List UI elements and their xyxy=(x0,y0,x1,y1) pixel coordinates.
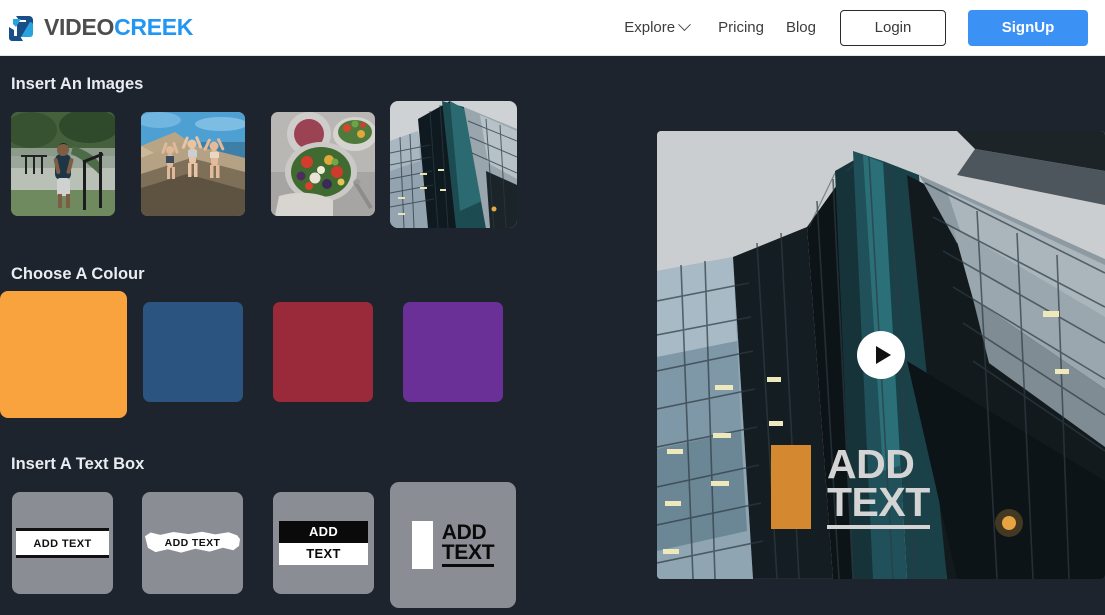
textbox-style-brush-stroke[interactable]: ADD TEXT xyxy=(142,492,243,594)
textbox-label-line2: TEXT xyxy=(441,542,495,568)
nav-item-blog[interactable]: Blog xyxy=(786,19,816,36)
overlay-stacked-text: ADD TEXT xyxy=(827,440,930,529)
logo-text-creek: CREEK xyxy=(114,14,194,40)
image-tile[interactable] xyxy=(141,112,245,216)
overlay-label-line2: TEXT xyxy=(827,481,930,529)
colour-swatch-purple[interactable] xyxy=(403,302,503,402)
textbox-label-line1: ADD xyxy=(308,524,339,539)
textbox-preview-split-bars: ADD TEXT xyxy=(279,521,368,565)
nav-item-explore[interactable]: Explore xyxy=(624,18,691,36)
video-text-overlay: ADD TEXT xyxy=(771,440,930,529)
section-title-colour: Choose A Colour xyxy=(11,265,145,283)
textbox-style-split-bars[interactable]: ADD TEXT xyxy=(273,492,374,594)
textbox-stacked-text: ADD TEXT xyxy=(441,520,495,568)
textbox-label: ADD TEXT xyxy=(33,538,92,550)
textbox-preview-ruled-lines: ADD TEXT xyxy=(16,528,109,558)
textbox-style-block-underline[interactable]: ADD TEXT xyxy=(390,482,516,608)
textbox-label-line1: ADD xyxy=(441,520,487,544)
overlay-label-line1: ADD xyxy=(827,440,915,487)
image-tile[interactable] xyxy=(271,112,375,216)
video-preview[interactable]: ADD TEXT xyxy=(657,131,1105,579)
image-tile-row xyxy=(0,100,640,235)
nav-item-explore-label: Explore xyxy=(624,19,676,36)
image-tile[interactable] xyxy=(11,112,115,216)
colour-swatch-steel-blue[interactable] xyxy=(143,302,243,402)
main-navigation: Explore Pricing Blog Login SignUp xyxy=(624,0,1088,56)
section-title-images: Insert An Images xyxy=(11,75,144,93)
orange-bar-accent xyxy=(771,444,811,529)
textbox-preview-brush-stroke: ADD TEXT xyxy=(145,531,240,555)
chevron-down-icon xyxy=(678,18,691,32)
textbox-bar-top: ADD xyxy=(279,521,368,543)
colour-swatch-row xyxy=(0,290,640,425)
people-jumping-on-beach-thumbnail xyxy=(141,112,245,216)
man-running-outdoors-thumbnail xyxy=(11,112,115,216)
textbox-bar-bottom: TEXT xyxy=(279,543,368,565)
textbox-style-ruled-lines[interactable]: ADD TEXT xyxy=(12,492,113,594)
image-tile[interactable] xyxy=(390,101,517,228)
videocreek-cube-icon xyxy=(9,15,33,41)
logo-text: VIDEOCREEK xyxy=(44,14,193,41)
section-title-textbox: Insert A Text Box xyxy=(11,455,145,473)
editor-options-panel: Insert An Images Choose A Colour Insert … xyxy=(0,56,640,608)
textbox-preview-block-underline: ADD TEXT xyxy=(411,520,495,569)
play-icon xyxy=(875,346,891,364)
glass-skyscraper-architecture-thumbnail xyxy=(390,101,517,228)
textbox-label-line2: TEXT xyxy=(306,546,341,561)
site-header: VIDEOCREEK Explore Pricing Blog Login Si… xyxy=(0,0,1105,56)
colour-swatch-orange[interactable] xyxy=(0,291,127,418)
white-block-accent xyxy=(411,521,433,569)
salad-bowl-food-thumbnail xyxy=(271,112,375,216)
play-button[interactable] xyxy=(857,331,905,379)
signup-button[interactable]: SignUp xyxy=(968,9,1088,46)
textbox-label: ADD TEXT xyxy=(164,537,221,549)
colour-swatch-crimson-red[interactable] xyxy=(273,302,373,402)
login-button[interactable]: Login xyxy=(840,9,946,46)
logo-text-video: VIDEO xyxy=(44,14,115,40)
logo[interactable]: VIDEOCREEK xyxy=(6,8,193,48)
nav-item-pricing[interactable]: Pricing xyxy=(718,19,764,36)
textbox-style-row: ADD TEXT ADD TEXT ADD TEXT ADD TEXT xyxy=(0,480,640,615)
editor-stage: Insert An Images Choose A Colour Insert … xyxy=(0,56,1105,608)
